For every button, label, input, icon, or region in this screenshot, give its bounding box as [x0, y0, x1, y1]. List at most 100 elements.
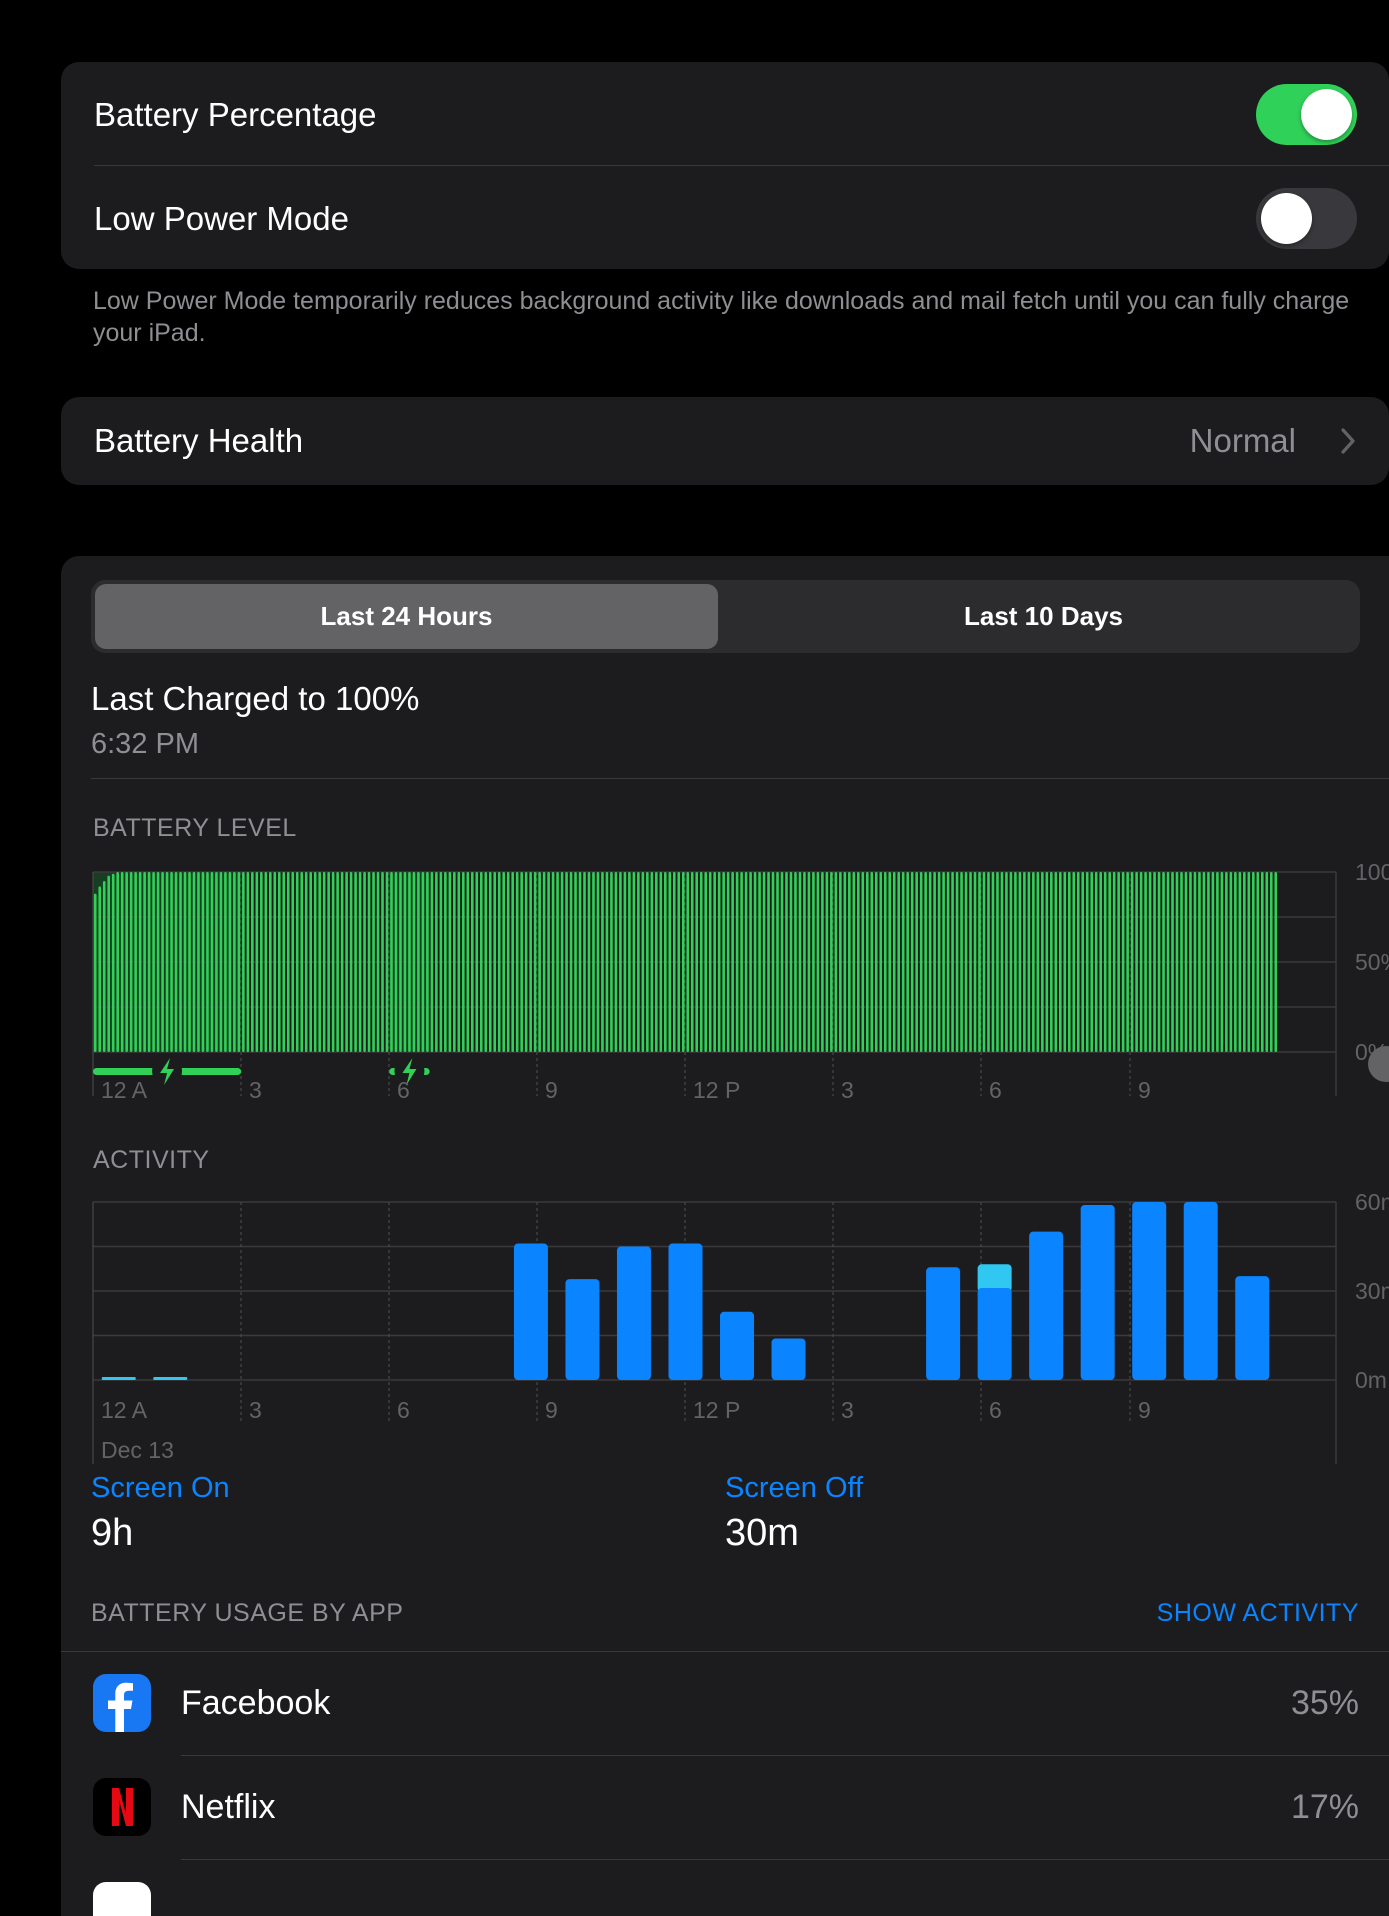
battery-level-bar [497, 872, 501, 1052]
battery-level-bar [1041, 872, 1044, 1052]
show-activity-button[interactable]: SHOW ACTIVITY [1157, 1599, 1359, 1628]
app-name: Netflix [181, 1788, 276, 1826]
battery-level-bar [363, 872, 366, 1052]
x-tick-label: 6 [397, 1077, 410, 1103]
battery-level-bar [1198, 872, 1201, 1052]
app-usage-percent: 17% [1290, 1788, 1359, 1826]
battery-level-bar [125, 872, 128, 1052]
battery-level-bar [381, 872, 384, 1052]
screen-on-bar [977, 1288, 1012, 1380]
battery-level-bar [367, 872, 371, 1052]
battery-level-bar [1238, 872, 1242, 1052]
app-row-netflix[interactable]: Netflix 17% [61, 1756, 1389, 1859]
battery-level-bar [641, 872, 645, 1052]
battery-level-bar [322, 872, 326, 1052]
battery-level-bar [542, 872, 546, 1052]
battery-level-bar [277, 872, 281, 1052]
low-power-mode-label: Low Power Mode [94, 200, 349, 237]
app-usage-percent: 35% [1290, 1684, 1359, 1722]
battery-level-bar [1036, 872, 1040, 1052]
battery-level-bar [726, 872, 730, 1052]
battery-level-bar [610, 872, 613, 1052]
battery-level-bar [592, 872, 595, 1052]
screen-on-bar [1183, 1202, 1218, 1380]
toggle-knob [1301, 89, 1352, 140]
battery-level-bar [408, 872, 411, 1052]
battery-level-bar [924, 872, 927, 1052]
battery-level-bar [462, 872, 465, 1052]
battery-level-bar [304, 872, 308, 1052]
battery-level-bar [830, 872, 833, 1052]
battery-level-bar [444, 872, 447, 1052]
battery-level-bar [354, 872, 357, 1052]
battery-level-bar [767, 872, 770, 1052]
battery-level-bar [1247, 872, 1251, 1052]
app-row-facebook[interactable]: Facebook 35% [61, 1652, 1389, 1755]
battery-level-bar [1076, 872, 1080, 1052]
battery-level-bar [206, 872, 209, 1052]
screen-off-value: 30m [725, 1512, 799, 1554]
battery-level-bar [690, 872, 694, 1052]
battery-level-bar [1135, 872, 1138, 1052]
battery-level-bar [960, 872, 963, 1052]
battery-level-bar [120, 872, 124, 1052]
battery-level-bar [524, 872, 528, 1052]
screen-on-bar [565, 1279, 600, 1380]
battery-level-bar [955, 872, 959, 1052]
battery-level-bar [870, 872, 874, 1052]
battery-level-bar [439, 872, 443, 1052]
battery-level-bar [475, 872, 479, 1052]
battery-level-bar [883, 872, 887, 1052]
battery-level-bar [699, 872, 703, 1052]
battery-level-bar [152, 872, 155, 1052]
screen-on-bar [153, 1377, 188, 1381]
battery-level-bar [825, 872, 829, 1052]
section-separator [91, 778, 1389, 779]
battery-level-bar [349, 872, 353, 1052]
battery-level-bar [749, 872, 752, 1052]
battery-level-bar [717, 872, 721, 1052]
battery-level-bar [327, 872, 330, 1052]
battery-level-bar [794, 872, 797, 1052]
battery-level-bar [964, 872, 968, 1052]
battery-level-bar [309, 872, 313, 1052]
x-tick-label: 9 [545, 1077, 558, 1103]
battery-level-bar [111, 873, 115, 1052]
battery-percentage-toggle[interactable] [1256, 84, 1357, 145]
battery-level-bar [1090, 872, 1094, 1052]
battery-level-bar [897, 872, 901, 1052]
screen-on-bar [926, 1267, 961, 1380]
battery-level-bar [1117, 872, 1120, 1052]
battery-level-bar [533, 872, 537, 1052]
screen-on-bar [1132, 1202, 1167, 1380]
battery-level-bar [260, 872, 263, 1052]
y-tick-label: 30m [1355, 1278, 1389, 1304]
battery-level-bar [358, 872, 362, 1052]
battery-level-bar [1099, 872, 1103, 1052]
battery-level-bar [255, 872, 259, 1052]
battery-level-bar [713, 872, 716, 1052]
battery-level-bar [1265, 872, 1269, 1052]
battery-health-row[interactable]: Battery Health Normal [61, 397, 1389, 485]
tab-last-24-hours[interactable]: Last 24 Hours [95, 584, 718, 649]
battery-level-bar [170, 872, 173, 1052]
battery-level-bar [457, 872, 461, 1052]
battery-level-bar [1009, 872, 1013, 1052]
y-tick-label: 60m [1355, 1189, 1389, 1215]
battery-level-bar [417, 872, 420, 1052]
chevron-right-icon [1341, 428, 1355, 454]
battery-level-bar [919, 872, 923, 1052]
battery-level-bar [318, 872, 321, 1052]
battery-level-bar [210, 872, 214, 1052]
battery-level-bar [412, 872, 416, 1052]
x-tick-label: 12 A [101, 1397, 148, 1423]
battery-level-bar [403, 872, 407, 1052]
battery-level-bar [865, 872, 869, 1052]
screen-on-value: 9h [91, 1512, 134, 1554]
battery-level-bar [969, 872, 972, 1052]
battery-level-bar [695, 872, 699, 1052]
battery-level-bar [520, 872, 523, 1052]
low-power-mode-toggle[interactable] [1256, 188, 1357, 249]
tab-last-10-days[interactable]: Last 10 Days [731, 584, 1356, 649]
battery-level-bar [251, 872, 254, 1052]
